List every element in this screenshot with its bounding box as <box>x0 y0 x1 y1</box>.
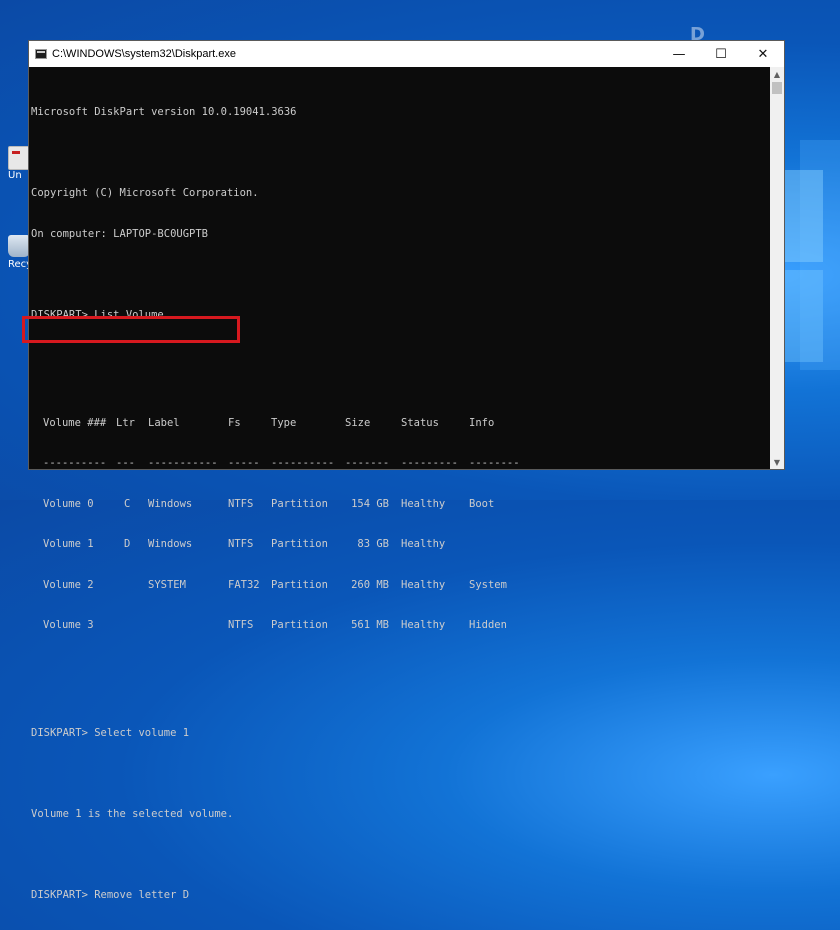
cell-ltr <box>116 579 148 593</box>
separator: ---------- <box>271 457 335 469</box>
cell-fs: NTFS <box>228 619 254 631</box>
separator: ---------- <box>43 457 107 469</box>
scroll-up-arrow-icon[interactable]: ▲ <box>770 67 784 81</box>
header-info: Info <box>469 416 495 429</box>
diskpart-window: C:\WINDOWS\system32\Diskpart.exe — ☐ ✕ M… <box>28 40 785 901</box>
cell-fs: NTFS <box>228 538 254 550</box>
table-row: Volume 3 NTFS Partition 561 MB Healthy H… <box>43 619 770 633</box>
header-volume: Volume ### <box>43 416 107 429</box>
cell-fs: FAT32 <box>228 578 260 591</box>
version-line: Microsoft DiskPart version 10.0.19041.36… <box>31 106 297 118</box>
volume-table: Volume ### Ltr Label Fs Type Size Status… <box>43 390 770 660</box>
command-select-volume: DISKPART> Select volume 1 <box>31 727 190 739</box>
cell-ltr <box>116 619 148 633</box>
console-output[interactable]: Microsoft DiskPart version 10.0.19041.36… <box>29 67 770 901</box>
header-fs: Fs <box>228 416 241 429</box>
table-separator-row: ---------- --- ----------- ----- -------… <box>43 457 770 471</box>
cell-label: SYSTEM <box>148 578 186 591</box>
header-size: Size <box>345 416 371 429</box>
table-header-row: Volume ### Ltr Label Fs Type Size Status… <box>43 417 770 431</box>
separator: ------- <box>345 457 390 469</box>
cell-size: 561 MB <box>351 619 389 631</box>
vertical-scrollbar[interactable]: ▲ ▼ <box>770 67 784 469</box>
close-button[interactable]: ✕ <box>742 41 784 67</box>
header-status: Status <box>401 416 439 429</box>
separator: --------- <box>401 457 458 469</box>
separator: -------- <box>469 457 520 469</box>
recycle-bin-icon <box>8 235 30 257</box>
cell-info: System <box>469 578 507 591</box>
cell-volume: Volume 1 <box>43 538 94 550</box>
desktop-icon-label: Un <box>8 170 22 181</box>
command-remove-letter: DISKPART> Remove letter D <box>31 889 190 901</box>
maximize-button[interactable]: ☐ <box>700 41 742 67</box>
window-titlebar[interactable]: C:\WINDOWS\system32\Diskpart.exe — ☐ ✕ <box>29 41 784 67</box>
copyright-line: Copyright (C) Microsoft Corporation. <box>31 187 259 199</box>
desktop-icon-recycle-bin[interactable]: Recy <box>8 235 32 270</box>
command-highlight-box <box>22 316 240 343</box>
desktop-light-beam <box>783 170 823 262</box>
scroll-thumb[interactable] <box>772 82 782 94</box>
computer-line: On computer: LAPTOP-BC0UGPTB <box>31 227 209 240</box>
cell-status: Healthy <box>401 578 446 591</box>
desktop-icon-uninstall[interactable]: Un <box>8 146 32 181</box>
cell-type: Partition <box>271 538 328 550</box>
header-ltr: Ltr <box>116 416 135 429</box>
scroll-down-arrow-icon[interactable]: ▼ <box>770 455 784 469</box>
table-row: Volume 1 D Windows NTFS Partition 83 GB … <box>43 538 770 552</box>
cell-size: 260 MB <box>351 578 389 591</box>
cell-type: Partition <box>271 619 328 631</box>
console-app-icon <box>35 49 47 59</box>
desktop-light-beam <box>783 270 823 362</box>
cell-label: Windows <box>148 538 193 550</box>
cell-volume: Volume 3 <box>43 619 94 631</box>
separator: --- <box>116 457 135 469</box>
cell-status: Healthy <box>401 619 446 631</box>
cell-label <box>148 619 228 633</box>
cell-volume: Volume 2 <box>43 578 94 591</box>
cell-info <box>469 538 529 552</box>
window-title: C:\WINDOWS\system32\Diskpart.exe <box>52 48 236 60</box>
cell-ltr: D <box>124 538 131 550</box>
separator: ----- <box>228 457 260 469</box>
header-label: Label <box>148 416 180 429</box>
minimize-button[interactable]: — <box>658 41 700 67</box>
cell-info: Hidden <box>469 619 507 631</box>
header-type: Type <box>271 416 297 429</box>
cell-type: Partition <box>271 578 328 591</box>
separator: ----------- <box>148 457 218 469</box>
table-row: Volume 2 SYSTEM FAT32 Partition 260 MB H… <box>43 579 770 593</box>
cell-status: Healthy <box>401 538 446 550</box>
cell-size: 83 GB <box>357 538 389 550</box>
select-result-line: Volume 1 is the selected volume. <box>31 808 234 820</box>
caption-buttons: — ☐ ✕ <box>658 41 784 67</box>
